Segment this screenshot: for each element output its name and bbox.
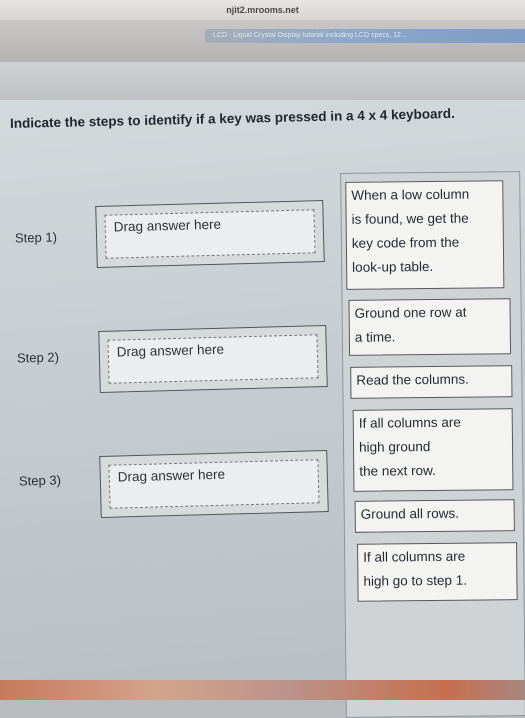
option-text-line: When a low column xyxy=(351,186,470,203)
answer-option-card[interactable]: If all columns are high go to step 1. xyxy=(357,542,518,602)
step-3-drop-zone[interactable]: Drag answer here xyxy=(99,450,329,518)
step-1-drop-placeholder: Drag answer here xyxy=(104,209,316,259)
option-text-line: high ground xyxy=(358,439,431,455)
option-text-line: Ground one row at xyxy=(354,304,467,321)
option-text-line: If all columns are xyxy=(358,414,461,431)
option-text-line: key code from the xyxy=(351,234,460,251)
dock xyxy=(0,680,525,700)
answer-option-card[interactable]: Read the columns. xyxy=(350,365,513,399)
browser-titlebar: njit2.mrooms.net xyxy=(0,0,525,20)
address-url[interactable]: njit2.mrooms.net xyxy=(0,5,525,15)
answer-option-card[interactable]: Ground all rows. xyxy=(354,499,515,533)
answer-option-card[interactable]: Ground one row at a time. xyxy=(348,298,512,356)
question-text: Indicate the steps to identify if a key … xyxy=(9,105,455,131)
tab-strip: LCD - Liquid Crystal Display tutorial in… xyxy=(0,20,525,62)
question-area: Indicate the steps to identify if a key … xyxy=(0,100,525,718)
step-2-label: Step 2) xyxy=(16,349,60,366)
step-1-label: Step 1) xyxy=(14,229,58,246)
option-text-line: Ground all rows. xyxy=(360,505,460,522)
answer-option-card[interactable]: If all columns are high ground the next … xyxy=(352,408,514,492)
step-2-drop-zone[interactable]: Drag answer here xyxy=(98,325,328,393)
step-1-drop-zone[interactable]: Drag answer here xyxy=(95,200,325,268)
option-text-line: is found, we get the xyxy=(351,210,469,227)
step-3-label: Step 3) xyxy=(18,472,62,489)
option-text-line: a time. xyxy=(354,329,396,345)
step-3-drop-placeholder: Drag answer here xyxy=(108,459,320,509)
option-text-line: If all columns are xyxy=(363,548,466,565)
option-text-line: look-up table. xyxy=(352,258,434,275)
browser-tab[interactable]: LCD - Liquid Crystal Display tutorial in… xyxy=(205,29,525,43)
step-2-drop-placeholder: Drag answer here xyxy=(107,334,319,384)
answer-options-panel: When a low column is found, we get the k… xyxy=(340,171,525,718)
page-header-band xyxy=(0,62,525,100)
option-text-line: Read the columns. xyxy=(356,371,469,388)
answer-option-card[interactable]: When a low column is found, we get the k… xyxy=(345,180,505,290)
option-text-line: the next row. xyxy=(359,462,436,479)
option-text-line: high go to step 1. xyxy=(363,572,468,589)
